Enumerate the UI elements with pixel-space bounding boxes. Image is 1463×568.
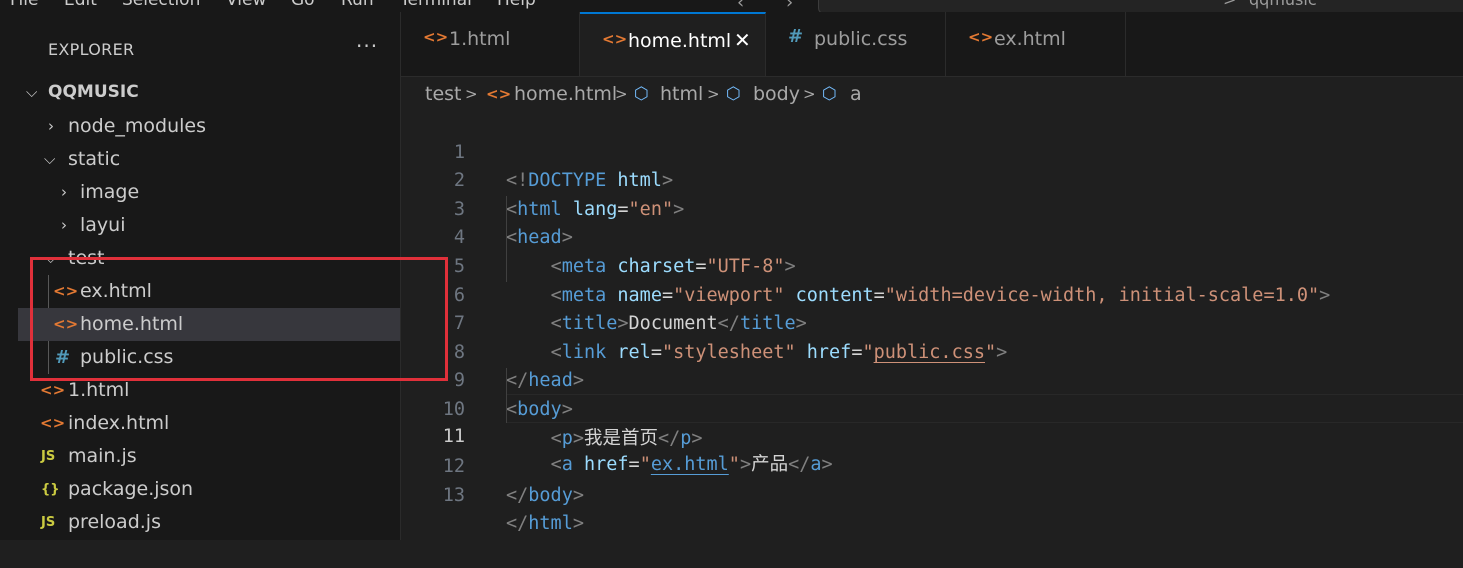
menu-file[interactable]: File [10, 0, 38, 12]
tree-item-label: index.html [68, 412, 170, 434]
html-file-icon: <> [602, 30, 628, 48]
tab-label: ex.html [994, 28, 1066, 50]
code-text: </body> [506, 484, 584, 506]
tree-item-label: static [68, 148, 121, 170]
code-line: 4 <meta charset="UTF-8"> [401, 196, 1463, 277]
code-line: 9 <body> [401, 339, 1463, 420]
tree-item-label: layui [80, 214, 126, 236]
chevron-down-icon: ⌵ [26, 83, 38, 101]
more-actions-icon[interactable]: ··· [356, 34, 378, 58]
code-line-current: 11 <a href="ex.html">产品</a> [401, 394, 1463, 476]
chevron-right-icon: > [465, 85, 478, 103]
tab-label: home.html [628, 30, 732, 52]
tab-label: 1.html [449, 28, 511, 50]
chevron-right-icon: > [707, 85, 720, 103]
code-line: 2 <html lang="en"> [401, 139, 1463, 220]
menu-edit[interactable]: Edit [64, 0, 97, 12]
braces-icon: {} [41, 482, 60, 497]
menu-go[interactable]: Go [291, 0, 315, 12]
html-file-icon: <> [40, 414, 66, 432]
chevron-right-icon: › [61, 216, 67, 234]
tree-folder-image[interactable]: › image [18, 176, 400, 209]
chevron-down-icon: ⌵ [44, 150, 56, 168]
breadcrumb-node-body[interactable]: body [753, 80, 800, 108]
tree-item-label: preload.js [68, 511, 161, 533]
command-center-label: qqmusic [1249, 0, 1317, 9]
tree-file-main-js[interactable]: JS main.js [18, 440, 400, 473]
tree-item-label: image [80, 181, 140, 203]
menu-terminal[interactable]: Terminal [400, 0, 472, 12]
code-line: 10 <p>我是首页</p> [401, 367, 1463, 449]
code-line: 12 </body> [401, 425, 1463, 506]
chevron-right-icon: > [615, 85, 628, 103]
cube-icon: ⬡ [634, 84, 649, 104]
code-line: 7 <link rel="stylesheet" href="public.cs… [401, 282, 1463, 363]
breadcrumb-folder[interactable]: test [425, 80, 462, 108]
chevron-right-icon: > [1223, 0, 1236, 9]
html-file-icon: <> [423, 28, 449, 46]
hash-icon: # [788, 26, 804, 47]
chevron-right-icon: > [803, 85, 816, 103]
menu-selection[interactable]: Selection [122, 0, 200, 12]
chevron-right-icon: › [48, 117, 54, 135]
menu-run[interactable]: Run [341, 0, 374, 12]
breadcrumb-node-html[interactable]: html [660, 80, 703, 108]
activity-bar [0, 12, 18, 540]
code-line: 3 <head> [401, 167, 1463, 249]
tab-home-html[interactable]: <> home.html ✕ [580, 12, 766, 76]
tree-item-label: node_modules [68, 115, 207, 137]
tree-root-qqmusic[interactable]: ⌵ QQMUSIC [18, 76, 400, 109]
code-line: 1 <!DOCTYPE html> [401, 110, 1463, 192]
tree-file-index-html[interactable]: <> index.html [18, 407, 400, 440]
breadcrumb-node-a[interactable]: a [850, 80, 862, 108]
code-editor[interactable]: 1 <!DOCTYPE html> 2 <html lang="en"> 3 <… [401, 108, 1463, 540]
code-line: 6 <title>Document</title> [401, 253, 1463, 335]
annotation-highlight-box [30, 257, 448, 381]
js-icon: JS [41, 449, 56, 464]
menu-help[interactable]: Help [497, 0, 536, 12]
breadcrumb-file[interactable]: home.html [514, 80, 617, 108]
line-number: 13 [442, 484, 465, 506]
html-file-icon: <> [968, 28, 994, 46]
cube-icon: ⬡ [822, 84, 837, 104]
tree-item-label: main.js [68, 445, 137, 467]
chevron-right-icon: › [61, 183, 67, 201]
js-icon: JS [41, 515, 56, 530]
tree-folder-layui[interactable]: › layui [18, 209, 400, 242]
indent-guide [506, 196, 507, 282]
tab-label: public.css [814, 28, 908, 50]
code-text: </html> [506, 513, 584, 535]
tab-public-css[interactable]: # public.css [766, 12, 946, 76]
tab-ex-html[interactable]: <> ex.html [946, 12, 1126, 76]
code-line: 5 <meta name="viewport" content="width=d… [401, 224, 1463, 306]
tree-item-label: package.json [68, 478, 194, 500]
code-line: 13 </html> [401, 453, 1463, 535]
explorer-title: EXPLORER [48, 40, 135, 59]
tab-1-html[interactable]: <> 1.html [401, 12, 580, 76]
tree-file-package-json[interactable]: {} package.json [18, 473, 400, 506]
cube-icon: ⬡ [726, 84, 741, 104]
menu-view[interactable]: View [226, 0, 266, 12]
tree-folder-node-modules[interactable]: › node_modules [18, 110, 400, 143]
html-file-icon: <> [486, 85, 512, 103]
indent-guide [506, 368, 507, 423]
code-line: 8 </head> [401, 310, 1463, 392]
close-icon[interactable]: ✕ [734, 28, 751, 52]
tree-file-preload-js[interactable]: JS preload.js [18, 506, 400, 539]
tree-folder-static[interactable]: ⌵ static [18, 143, 400, 176]
tree-item-label: QQMUSIC [48, 82, 139, 102]
